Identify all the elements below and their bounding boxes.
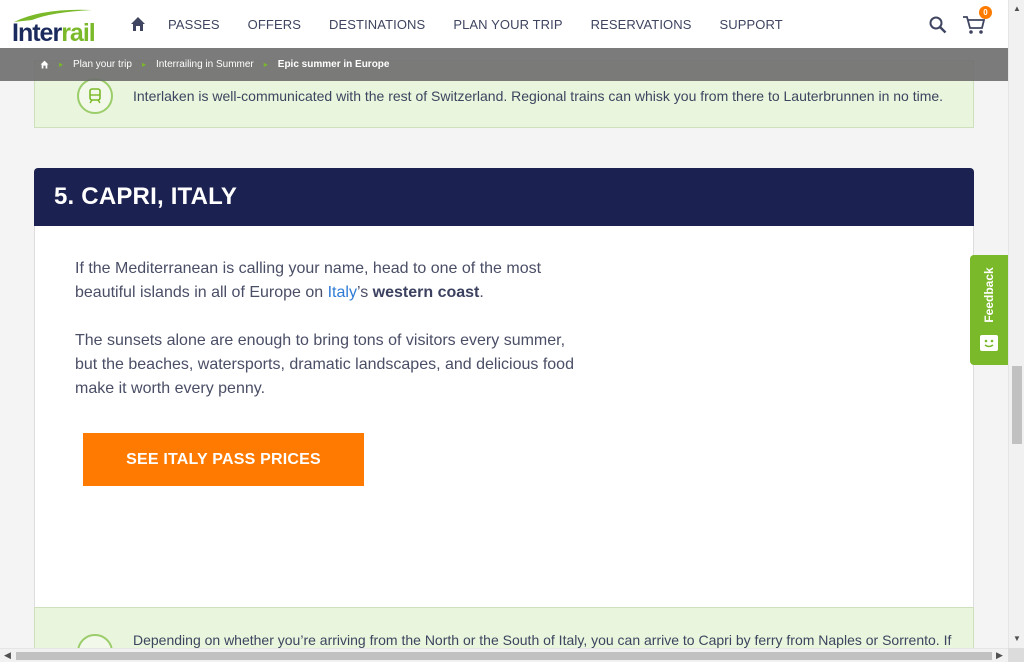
cart-count-badge: 0 (979, 6, 992, 19)
feedback-tab[interactable]: Feedback (970, 255, 1008, 365)
breadcrumb: ▸ Plan your trip ▸ Interrailing in Summe… (0, 48, 1008, 81)
breadcrumb-home-icon[interactable] (40, 60, 49, 69)
train-icon (77, 78, 113, 114)
feedback-label: Feedback (982, 267, 996, 323)
home-icon[interactable] (130, 15, 148, 33)
scroll-right-icon[interactable]: ▶ (996, 650, 1003, 661)
vertical-scroll-thumb[interactable] (1012, 366, 1022, 444)
interrail-logo[interactable]: Interrail (12, 6, 96, 47)
scroll-up-icon[interactable]: ▲ (1013, 4, 1021, 13)
nav-plan-your-trip[interactable]: PLAN YOUR TRIP (453, 17, 562, 32)
vertical-scrollbar[interactable]: ▲ ▼ (1008, 0, 1024, 648)
smiley-icon (980, 335, 998, 351)
nav-offers[interactable]: OFFERS (248, 17, 301, 32)
breadcrumb-current: Epic summer in Europe (277, 59, 390, 70)
search-icon[interactable] (929, 16, 947, 34)
paragraph-intro: If the Mediterranean is calling your nam… (75, 260, 542, 301)
scroll-down-icon[interactable]: ▼ (1013, 634, 1021, 643)
nav-passes[interactable]: PASSES (168, 17, 220, 32)
breadcrumb-separator-icon: ▸ (59, 60, 64, 69)
horizontal-scrollbar[interactable]: ◀ ▶ (0, 648, 1008, 662)
italy-link[interactable]: Italy (328, 284, 357, 301)
nav-support[interactable]: SUPPORT (720, 17, 783, 32)
breadcrumb-interrailing-summer[interactable]: Interrailing in Summer (156, 59, 254, 70)
main-nav: PASSES OFFERS DESTINATIONS PLAN YOUR TRI… (130, 0, 811, 48)
scrollbar-corner (1008, 648, 1024, 662)
scroll-left-icon[interactable]: ◀ (4, 650, 11, 661)
breadcrumb-separator-icon: ▸ (141, 60, 146, 69)
see-italy-pass-prices-button[interactable]: SEE ITALY PASS PRICES (83, 433, 364, 486)
site-header: Interrail PASSES OFFERS DESTINATIONS PLA… (0, 0, 1008, 48)
section-header: 5. CAPRI, ITALY (34, 168, 974, 226)
section-body: If the Mediterranean is calling your nam… (34, 226, 974, 607)
nav-destinations[interactable]: DESTINATIONS (329, 17, 425, 32)
section-title: 5. CAPRI, ITALY (54, 183, 238, 210)
info-text: Depending on whether you’re arriving fro… (133, 632, 952, 648)
horizontal-scroll-thumb[interactable] (16, 652, 992, 660)
paragraph-sunsets: The sunsets alone are enough to bring to… (75, 332, 574, 397)
info-text: Interlaken is well-communicated with the… (133, 88, 944, 104)
breadcrumb-plan-your-trip[interactable]: Plan your trip (73, 59, 132, 70)
breadcrumb-separator-icon: ▸ (263, 60, 268, 69)
nav-reservations[interactable]: RESERVATIONS (591, 17, 692, 32)
